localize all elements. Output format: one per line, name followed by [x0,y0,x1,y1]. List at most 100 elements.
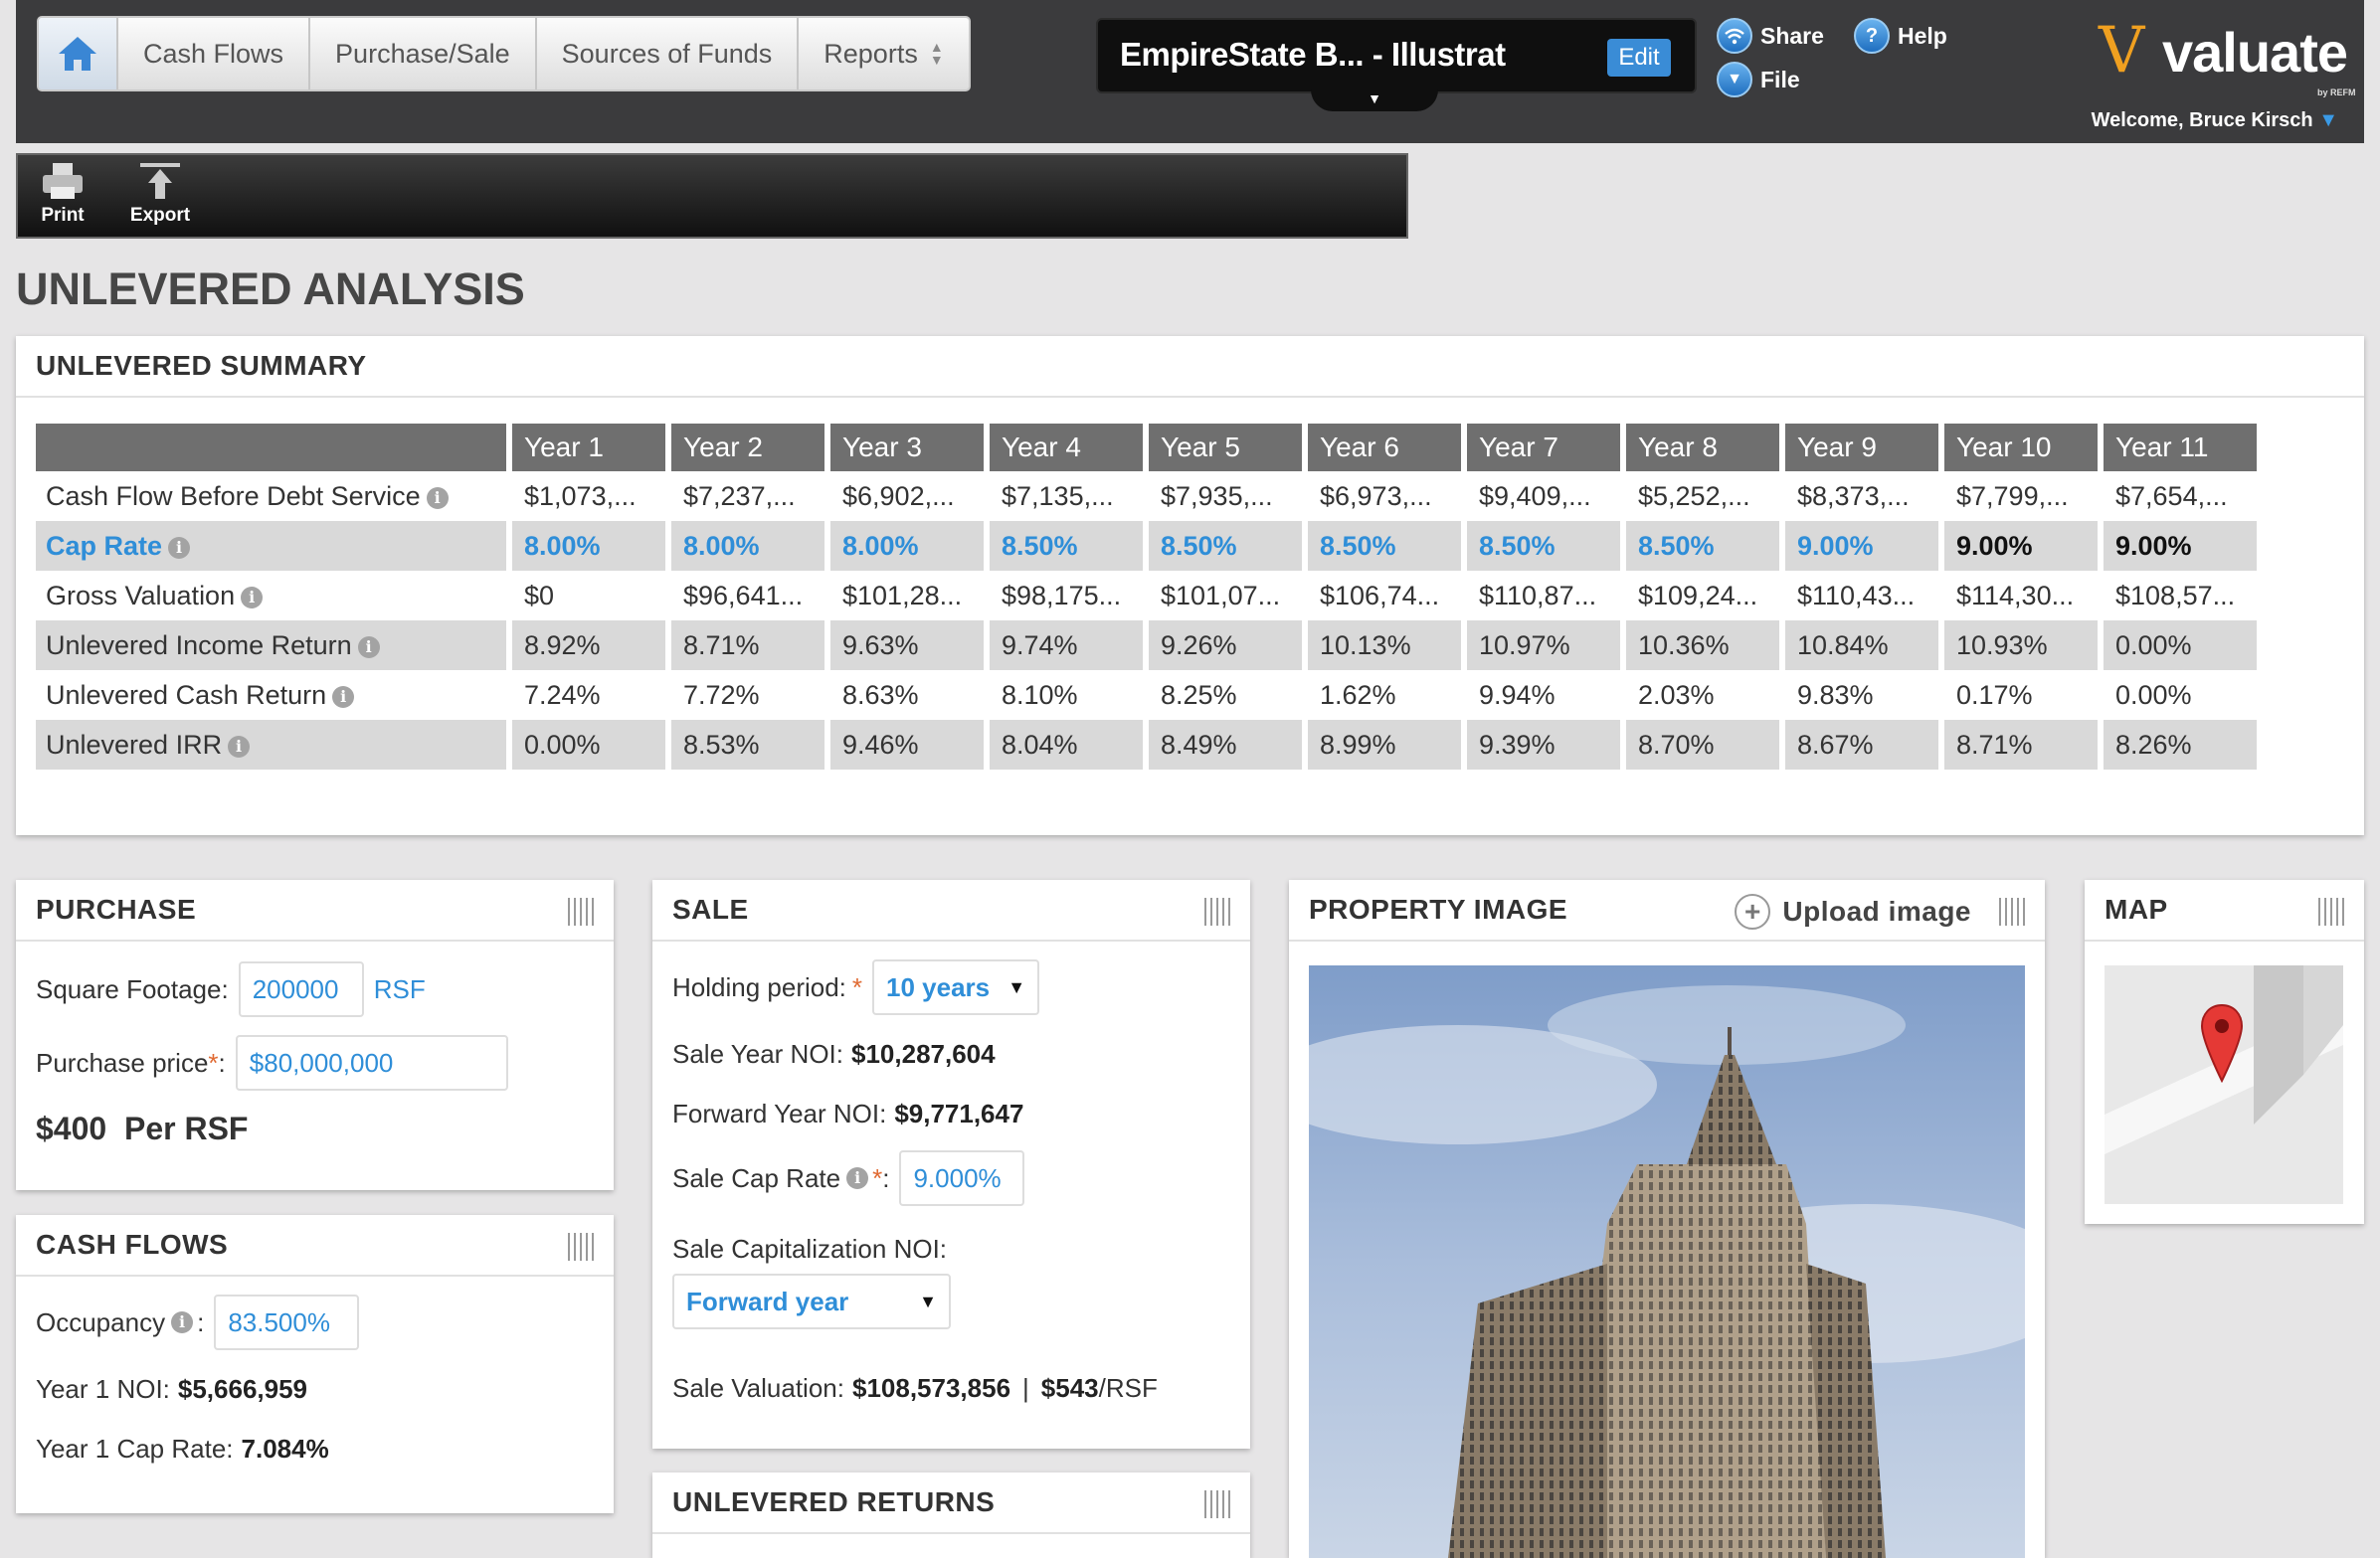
editable-cap-rate-cell[interactable]: 8.50% [1308,521,1467,571]
editable-cap-rate-cell[interactable]: 8.50% [1467,521,1626,571]
export-button[interactable]: Export [115,161,205,227]
editable-cap-rate-cell[interactable]: 8.00% [512,521,671,571]
row-label-text: Cash Flow Before Debt Service [46,480,421,511]
editable-cap-rate-cell[interactable]: 8.50% [990,521,1149,571]
editable-cap-rate-cell[interactable]: 9.00% [1785,521,1944,571]
file-link[interactable]: ▼ File [1717,62,1800,97]
row-label: Gross Valuation i [36,571,512,620]
table-cell: 8.99% [1308,720,1467,770]
square-footage-row: Square Footage: 200000 RSF [36,961,426,1017]
purchase-price-input[interactable]: $80,000,000 [235,1035,508,1091]
occupancy-input[interactable]: 83.500% [214,1295,360,1350]
print-button[interactable]: Print [18,161,107,227]
table-cell: $110,43... [1785,571,1944,620]
welcome-user-menu[interactable]: Welcome, Bruce Kirsch ▼ [2092,109,2338,132]
upload-image-button[interactable]: + Upload image [1735,894,1971,930]
export-icon [115,161,205,205]
property-photo [1309,965,2025,1558]
valuation-rsf: $543 [1040,1373,1099,1403]
edit-project-button[interactable]: Edit [1607,39,1671,77]
table-cell: 9.46% [830,720,990,770]
unlevered-summary-panel: UNLEVERED SUMMARY Year 1 Year 2 Year 3 Y… [16,336,2364,835]
info-icon[interactable]: i [846,1167,869,1189]
table-header-blank [36,424,512,471]
nav-sources-of-funds[interactable]: Sources of Funds [537,18,800,89]
table-row-irr: Unlevered IRR i 0.00% 8.53% 9.46% 8.04% 8… [36,720,2263,770]
table-cell: $98,175... [990,571,1149,620]
logo-sub: by REFM [2317,87,2356,97]
table-cell: 9.26% [1149,620,1308,670]
purchase-heading: PURCHASE [16,880,614,942]
column-header: Year 5 [1149,424,1308,471]
holding-period-select[interactable]: 10 years ▼ [872,959,1040,1015]
drag-handle-icon[interactable] [1999,898,2025,926]
project-selector[interactable]: EmpireState B... - Illustrat Edit [1096,18,1697,93]
chevron-down-icon: ▼ [1717,62,1752,97]
sale-cap-noi-row: Sale Capitalization NOI: [672,1234,947,1265]
info-icon[interactable]: i [357,635,380,658]
cap-noi-select[interactable]: Forward year ▼ [672,1274,951,1329]
row-label-text: Unlevered Income Return [46,629,352,660]
table-cell: $114,30... [1944,571,2104,620]
info-icon[interactable]: i [168,536,191,559]
sale-noi-value: $10,287,604 [851,1039,996,1069]
top-bar: Cash Flows Purchase/Sale Sources of Fund… [16,0,2364,143]
table-cell: $106,74... [1308,571,1467,620]
table-cell: 8.92% [512,620,671,670]
nav-cash-flows[interactable]: Cash Flows [118,18,311,89]
table-cell: 0.00% [2104,620,2263,670]
sale-cap-rate-input[interactable]: 9.000% [899,1150,1025,1206]
sale-valuation-row: Sale Valuation: $108,573,856 | $543 /RSF [672,1373,1158,1404]
required-asterisk: * [208,1047,219,1078]
info-icon[interactable]: i [228,735,251,758]
nav-purchase-sale[interactable]: Purchase/Sale [310,18,537,89]
required-asterisk: * [872,1162,883,1193]
help-link[interactable]: ? Help [1854,18,1947,54]
table-cell: $101,28... [830,571,990,620]
table-cell: 8.10% [990,670,1149,720]
share-link[interactable]: Share [1717,18,1824,54]
drag-handle-icon[interactable] [1204,1490,1230,1518]
map-view[interactable] [2105,965,2343,1204]
map-pin-icon[interactable] [2200,1003,2244,1083]
project-dropdown-tab[interactable]: ▼ [1311,89,1438,111]
drag-handle-icon[interactable] [568,898,594,926]
price-per-rsf: $400 Per RSF [36,1111,249,1146]
welcome-text: Welcome, Bruce Kirsch [2091,109,2313,131]
dropdown-arrow-icon: ▼ [1007,976,1026,997]
cap-label: Year 1 Cap Rate: [36,1434,234,1464]
square-footage-input[interactable]: 200000 [238,961,364,1017]
noi-label: Year 1 NOI: [36,1374,170,1404]
info-icon[interactable]: i [171,1311,194,1333]
caret-down-icon: ▼ [1368,90,1381,106]
info-icon[interactable]: i [332,685,355,708]
table-cell: 0.00% [512,720,671,770]
column-header: Year 3 [830,424,990,471]
info-icon[interactable]: i [426,486,449,509]
editable-cap-rate-cell[interactable]: 8.50% [1626,521,1785,571]
sale-panel: SALE Holding period: * 10 years ▼ Sale Y… [652,880,1250,1449]
logo-text: valuate [2162,21,2348,84]
project-title: EmpireState B... - Illustrat [1120,36,1506,73]
summary-table: Year 1 Year 2 Year 3 Year 4 Year 5 Year … [36,424,2263,770]
editable-cap-rate-cell[interactable]: 8.00% [830,521,990,571]
home-icon [59,37,96,71]
drag-handle-icon[interactable] [568,1233,594,1261]
drag-handle-icon[interactable] [1204,898,1230,926]
drag-handle-icon[interactable] [2318,898,2344,926]
column-header: Year 6 [1308,424,1467,471]
price-label: Purchase price [36,1047,209,1078]
editable-cap-rate-cell[interactable]: 8.00% [671,521,830,571]
column-header: Year 11 [2104,424,2263,471]
row-label-text: Unlevered Cash Return [46,679,327,710]
info-icon[interactable]: i [241,586,264,608]
nav-reports[interactable]: Reports ▲ ▼ [799,18,968,89]
table-cell: $96,641... [671,571,830,620]
help-label: Help [1898,22,1947,49]
table-cell: $7,654,... [2104,471,2263,521]
editable-cap-rate-cell[interactable]: 8.50% [1149,521,1308,571]
table-cell: $8,373,... [1785,471,1944,521]
column-header: Year 10 [1944,424,2104,471]
map-graphic [2105,965,2343,1204]
nav-home-button[interactable] [39,18,118,89]
